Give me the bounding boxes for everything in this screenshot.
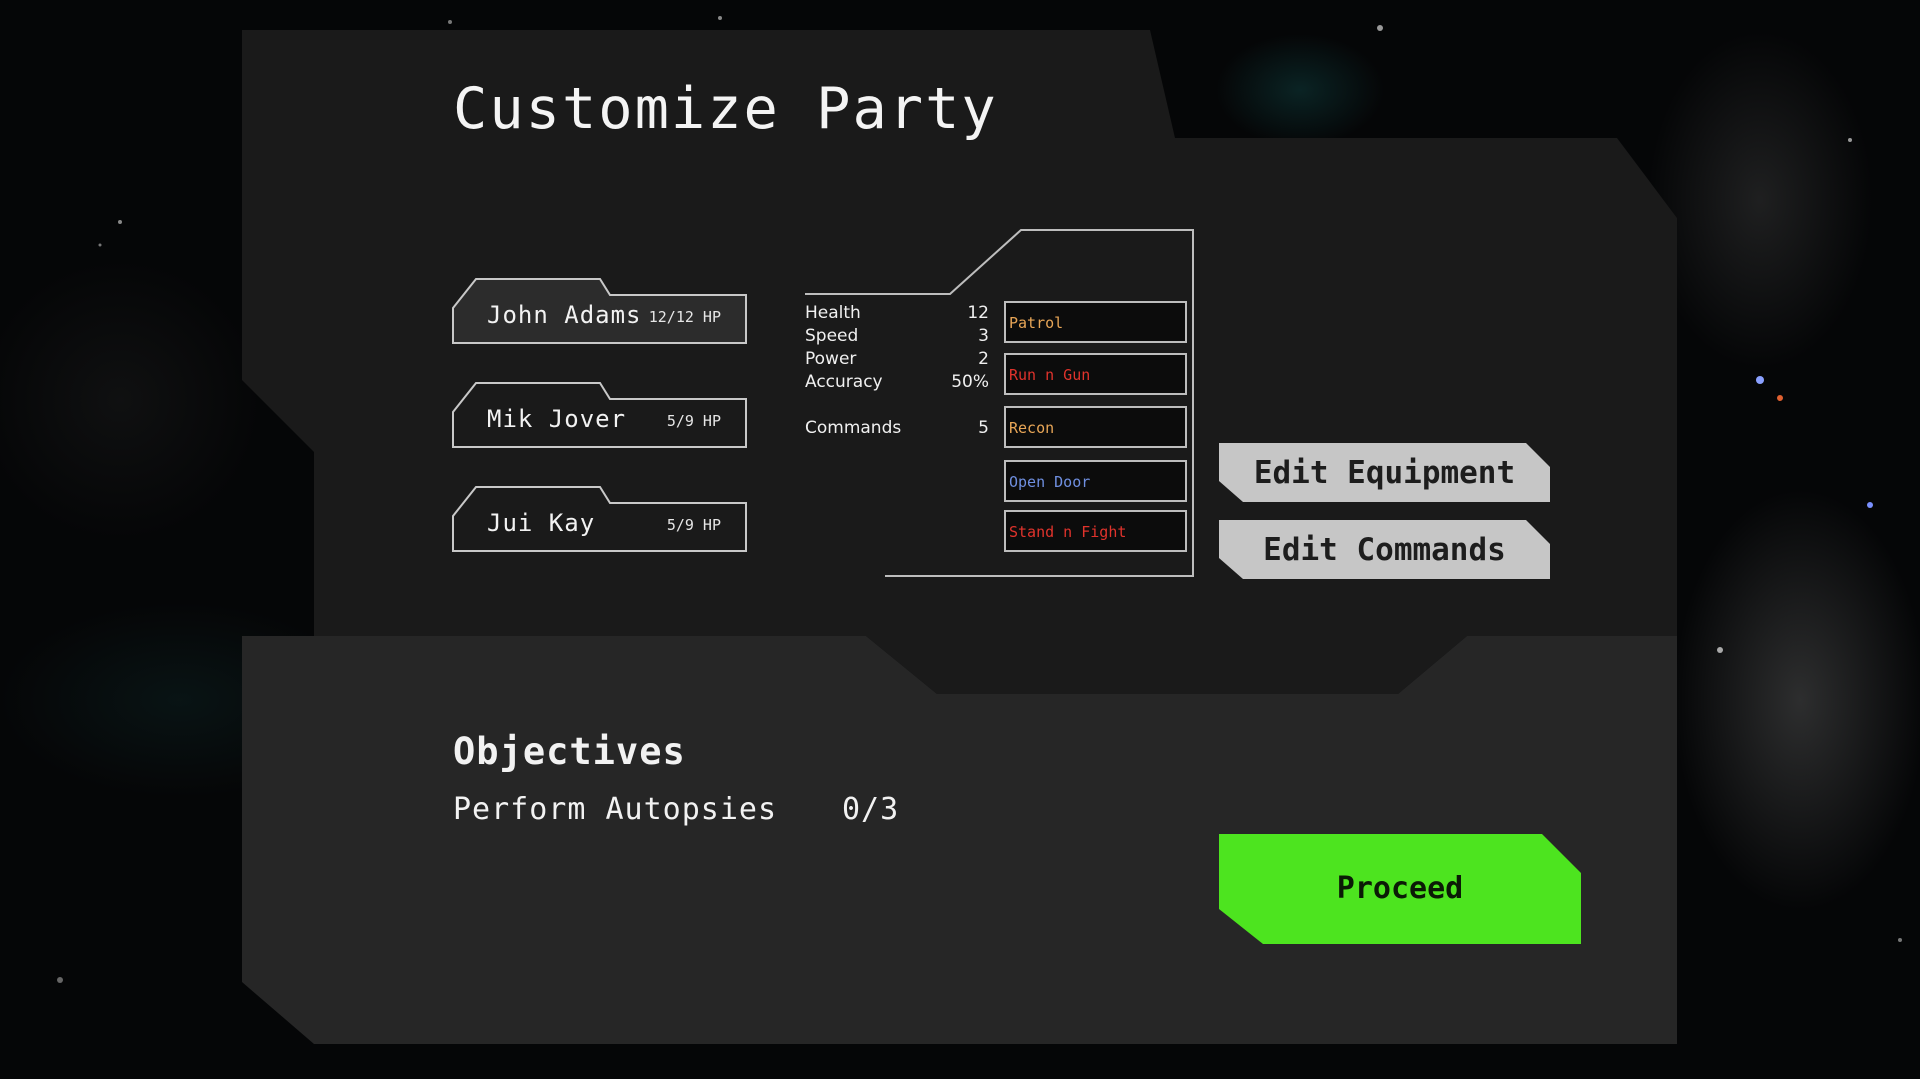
command-label: Recon	[1009, 419, 1055, 437]
objective-item-label: Perform Autopsies	[453, 792, 778, 827]
stat-label-speed: Speed	[805, 326, 859, 346]
command-label: Run n Gun	[1009, 366, 1091, 384]
party-member-mik-jover[interactable]: Mik Jover 5/9 HP	[452, 382, 747, 449]
panel-frame	[242, 30, 1677, 1044]
objective-item-progress: 0/3	[842, 792, 900, 827]
proceed-label: Proceed	[1336, 871, 1464, 906]
command-label: Open Door	[1009, 473, 1091, 491]
stat-value-power: 2	[978, 349, 989, 369]
party-member-john-adams[interactable]: John Adams 12/12 HP	[452, 278, 747, 345]
command-label: Stand n Fight	[1009, 523, 1127, 541]
member-name: Mik Jover	[487, 405, 627, 433]
member-hp: 5/9 HP	[666, 516, 721, 534]
stat-label-accuracy: Accuracy	[805, 372, 883, 392]
proceed-button[interactable]: Proceed	[1219, 834, 1581, 944]
edit-commands-label: Edit Commands	[1263, 532, 1506, 568]
stat-label-health: Health	[805, 303, 861, 323]
edit-commands-button[interactable]: Edit Commands	[1219, 520, 1550, 579]
objectives-title: Objectives	[453, 730, 686, 773]
member-name: Jui Kay	[487, 509, 596, 537]
stat-value-health: 12	[967, 303, 989, 323]
stat-value-speed: 3	[978, 326, 989, 346]
stat-label-commands: Commands	[805, 418, 902, 438]
command-slot-5[interactable]: Stand n Fight	[1004, 510, 1187, 552]
edit-equipment-button[interactable]: Edit Equipment	[1219, 443, 1550, 502]
command-slot-1[interactable]: Patrol	[1004, 301, 1187, 343]
page-title: Customize Party	[453, 76, 998, 142]
edit-equipment-label: Edit Equipment	[1253, 455, 1516, 491]
stat-value-accuracy: 50%	[951, 372, 989, 392]
command-slot-3[interactable]: Recon	[1004, 406, 1187, 448]
party-member-jui-kay[interactable]: Jui Kay 5/9 HP	[452, 486, 747, 553]
command-slot-4[interactable]: Open Door	[1004, 460, 1187, 502]
member-name: John Adams	[487, 301, 642, 329]
command-label: Patrol	[1009, 314, 1064, 332]
stat-label-power: Power	[805, 349, 857, 369]
member-hp: 5/9 HP	[666, 412, 721, 430]
member-hp: 12/12 HP	[648, 308, 721, 326]
command-slot-2[interactable]: Run n Gun	[1004, 353, 1187, 395]
stat-value-commands: 5	[978, 418, 989, 438]
